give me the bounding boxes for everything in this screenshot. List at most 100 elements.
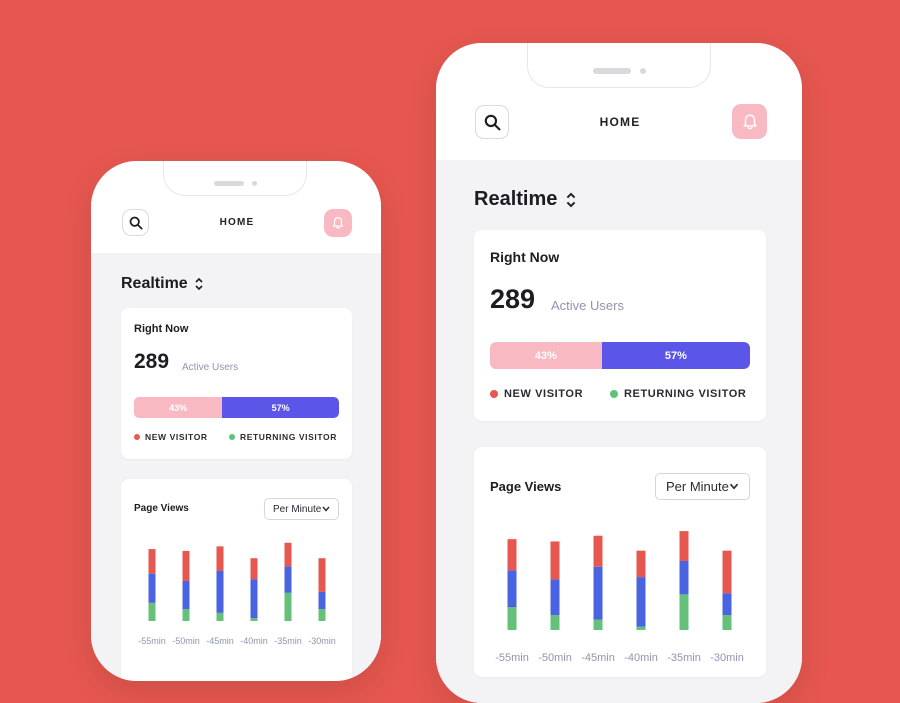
legend-new-visitor: NEW VISITOR — [490, 388, 583, 400]
new-visitor-segment: 43% — [134, 397, 223, 418]
bar-group — [722, 550, 732, 630]
bar-group — [679, 531, 689, 630]
bar-segment — [148, 573, 156, 603]
bar-segment — [250, 579, 258, 619]
active-users-count: 289 — [134, 350, 170, 373]
x-tick-label: -45min — [581, 652, 615, 664]
bar-group — [250, 558, 258, 621]
active-users-label: Active Users — [551, 298, 624, 313]
bar-segment — [216, 570, 224, 613]
bar-segment — [550, 615, 560, 630]
bar-group — [318, 558, 326, 621]
active-users-count: 289 — [490, 284, 536, 314]
speaker — [593, 68, 631, 74]
chevron-down-icon — [729, 483, 739, 490]
bar-segment — [593, 619, 603, 630]
bar-segment — [507, 539, 517, 571]
returning-visitor-dot — [610, 390, 618, 398]
search-icon — [129, 216, 143, 230]
returning-visitor-segment: 57% — [222, 397, 339, 418]
bar-group — [636, 550, 646, 630]
visitor-split-bar: 43% 57% — [490, 342, 750, 369]
search-icon — [484, 114, 500, 130]
card-title: Right Now — [490, 249, 560, 265]
bar-segment — [284, 592, 292, 621]
search-button[interactable] — [122, 209, 149, 236]
bar-group — [507, 539, 517, 630]
right-now-card: Right Now 289 Active Users 43% 57% NEW V… — [474, 230, 766, 421]
x-tick-label: -55min — [495, 652, 529, 664]
right-now-card: Right Now 289 Active Users 43% 57% NEW V… — [121, 308, 352, 459]
x-tick-label: -35min — [274, 636, 302, 646]
bar-segment — [250, 558, 258, 580]
x-tick-label: -45min — [206, 636, 234, 646]
bar-segment — [636, 577, 646, 627]
bar-segment — [636, 550, 646, 578]
x-tick-label: -35min — [667, 652, 701, 664]
bar-segment — [318, 591, 326, 610]
camera — [640, 68, 646, 74]
section-title-text: Realtime — [474, 188, 558, 210]
bar-segment — [550, 579, 560, 616]
notch — [527, 43, 711, 88]
returning-visitor-segment: 57% — [601, 342, 750, 369]
phone-large: HOME Realtime Right Now 289 Active Users… — [436, 43, 802, 703]
bar-group — [182, 550, 190, 621]
bell-icon — [332, 217, 344, 229]
bar-segment — [593, 535, 603, 567]
range-dropdown[interactable]: Per Minute — [264, 498, 339, 520]
bar-group — [284, 542, 292, 621]
returning-visitor-dot — [229, 434, 235, 440]
bar-segment — [318, 558, 326, 592]
card-title: Page Views — [490, 479, 562, 494]
visitor-split-bar: 43% 57% — [134, 397, 339, 418]
page-views-chart: -55min -50min -45min -40min -35min -30min — [495, 531, 744, 664]
x-tick-label: -40min — [240, 636, 268, 646]
bar-segment — [722, 593, 732, 616]
section-title-text: Realtime — [121, 275, 188, 292]
bar-segment — [148, 549, 156, 574]
bar-segment — [679, 531, 689, 561]
section-title[interactable]: Realtime — [121, 275, 204, 293]
legend-returning-label: RETURNING VISITOR — [624, 388, 747, 400]
legend-returning-visitor: RETURNING VISITOR — [229, 432, 337, 442]
bar-segment — [636, 626, 646, 630]
search-button[interactable] — [475, 105, 509, 139]
bar-group — [550, 541, 560, 630]
bar-segment — [216, 546, 224, 571]
card-title: Page Views — [134, 503, 189, 514]
x-tick-label: -30min — [308, 636, 336, 646]
bar-group — [593, 535, 603, 630]
bar-segment — [550, 541, 560, 580]
bar-segment — [679, 594, 689, 630]
bar-group — [148, 549, 156, 621]
notifications-button[interactable] — [324, 209, 352, 237]
bar-segment — [722, 615, 732, 630]
range-dropdown[interactable]: Per Minute — [655, 473, 750, 500]
x-tick-label: -50min — [538, 652, 572, 664]
bar-segment — [679, 561, 689, 595]
range-selected: Per Minute — [666, 479, 729, 494]
bar-segment — [182, 609, 190, 621]
bar-segment — [250, 618, 258, 621]
bar-segment — [284, 566, 292, 593]
page-views-chart: -55min -50min -45min -40min -35min -30min — [138, 542, 336, 646]
bar-group — [216, 546, 224, 621]
page-title: HOME — [219, 217, 255, 228]
x-tick-label: -55min — [138, 636, 166, 646]
section-title[interactable]: Realtime — [474, 188, 577, 211]
bell-icon — [742, 114, 757, 129]
range-selected: Per Minute — [273, 503, 322, 515]
legend-new-visitor: NEW VISITOR — [134, 432, 208, 442]
new-visitor-dot — [490, 390, 498, 398]
bar-segment — [507, 607, 517, 630]
sort-arrows-icon — [567, 192, 576, 207]
active-users-label: Active Users — [182, 362, 239, 373]
card-title: Right Now — [134, 323, 189, 335]
camera — [252, 181, 257, 186]
bar-segment — [284, 542, 292, 567]
x-tick-label: -30min — [710, 652, 744, 664]
bar-segment — [182, 580, 190, 610]
bar-segment — [593, 566, 603, 620]
notifications-button[interactable] — [732, 104, 767, 139]
